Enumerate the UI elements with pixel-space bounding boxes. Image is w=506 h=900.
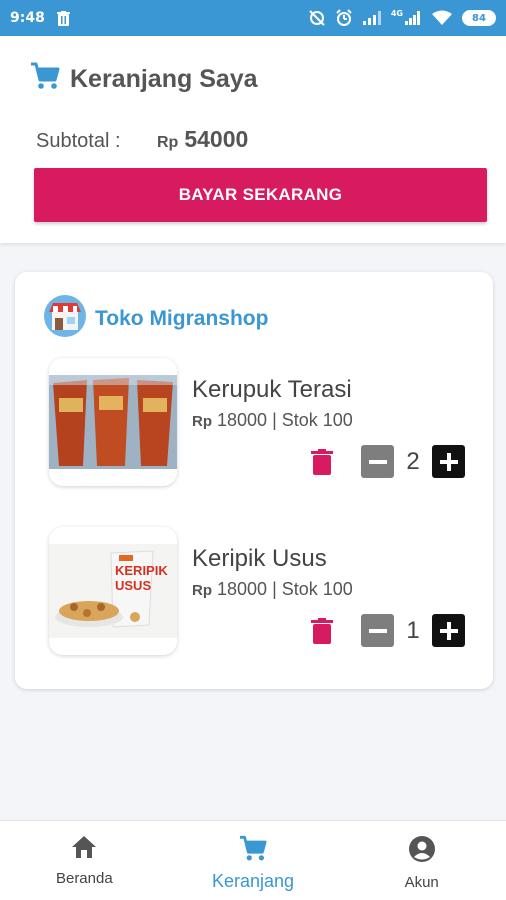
quantity-value: 2 (406, 447, 420, 475)
product-currency: Rp (192, 413, 212, 430)
signal-icon (362, 10, 382, 26)
cart-summary-card: Keranjang Saya Subtotal : Rp 54000 BAYAR… (0, 36, 506, 243)
sync-off-icon (308, 9, 326, 27)
subtotal-value: 54000 (184, 126, 249, 152)
page-title-text: Keranjang Saya (70, 65, 258, 93)
wifi-icon (431, 10, 453, 26)
price-stock-separator: | (272, 579, 277, 599)
cart-item: Kerupuk Terasi Rp 18000 | Stok 100 2 (49, 358, 489, 488)
increase-quantity-button[interactable] (432, 614, 465, 647)
product-image[interactable]: KERIPIK USUS (49, 527, 177, 655)
package-label: KERIPIK USUS (115, 563, 168, 593)
product-name: Kerupuk Terasi (192, 376, 352, 403)
product-stock: Stok 100 (281, 410, 353, 430)
product-price: 18000 (217, 579, 268, 599)
home-icon (71, 835, 97, 864)
delete-item-icon[interactable] (311, 617, 333, 644)
shop-name[interactable]: Toko Migranshop (95, 307, 268, 331)
bottom-navigation: Beranda Keranjang Akun (0, 820, 506, 900)
nav-label: Beranda (55, 870, 113, 887)
nav-item-beranda[interactable]: Beranda (0, 821, 169, 900)
nav-label: Keranjang (211, 871, 295, 891)
status-bar: 9:48 4G 84 (0, 0, 506, 36)
cart-icon (30, 62, 60, 97)
increase-quantity-button[interactable] (432, 445, 465, 478)
product-stock: Stok 100 (281, 579, 353, 599)
trash-notification-icon (56, 10, 70, 26)
product-price-stock: Rp 18000 | Stok 100 (192, 410, 353, 431)
quantity-value: 1 (406, 616, 420, 644)
pay-now-button[interactable]: BAYAR SEKARANG (34, 168, 487, 222)
decrease-quantity-button[interactable] (361, 445, 394, 478)
battery-icon: 84 (462, 10, 496, 26)
product-image[interactable] (49, 358, 177, 486)
decrease-quantity-button[interactable] (361, 614, 394, 647)
page-title: Keranjang Saya (30, 62, 258, 97)
signal-4g-icon: 4G (391, 10, 422, 26)
status-time: 9:48 (10, 10, 45, 26)
cart-icon (239, 835, 267, 867)
product-name: Keripik Usus (192, 545, 327, 572)
product-price: 18000 (217, 410, 268, 430)
product-currency: Rp (192, 582, 212, 599)
shop-store-icon (43, 294, 87, 343)
item-controls: 1 (311, 614, 465, 647)
shop-card: Toko Migranshop Kerupuk Terasi Rp 18000 … (15, 272, 493, 689)
shop-header: Toko Migranshop (43, 294, 268, 343)
price-stock-separator: | (272, 410, 277, 430)
cart-item: KERIPIK USUS Keripik Usus Rp 18000 | Sto… (49, 527, 489, 657)
nav-item-keranjang[interactable]: Keranjang (169, 821, 338, 900)
nav-item-akun[interactable]: Akun (337, 821, 506, 900)
delete-item-icon[interactable] (311, 448, 333, 475)
item-controls: 2 (311, 445, 465, 478)
nav-label: Akun (404, 874, 439, 891)
subtotal-label: Subtotal : (36, 130, 121, 152)
product-price-stock: Rp 18000 | Stok 100 (192, 579, 353, 600)
alarm-icon (335, 9, 353, 27)
subtotal-row: Subtotal : Rp 54000 (36, 126, 248, 153)
account-icon (408, 835, 436, 868)
subtotal-currency: Rp (157, 134, 179, 151)
